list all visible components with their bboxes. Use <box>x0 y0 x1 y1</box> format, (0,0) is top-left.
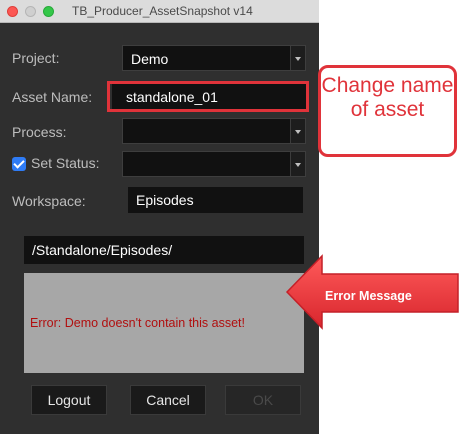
minimize-window-button[interactable] <box>25 6 36 17</box>
set-status-checkbox[interactable] <box>12 157 26 171</box>
project-select[interactable]: Demo <box>122 45 306 71</box>
ok-button[interactable]: OK <box>225 385 301 415</box>
process-select[interactable] <box>122 118 306 144</box>
project-select-value: Demo <box>131 51 169 67</box>
project-label: Project: <box>12 50 60 66</box>
set-status-select[interactable] <box>122 151 306 177</box>
workspace-label: Workspace: <box>12 193 86 209</box>
error-message-label: Error Message <box>325 289 412 303</box>
change-name-callout: Change name of asset <box>318 65 457 157</box>
close-window-button[interactable] <box>7 6 18 17</box>
asset-snapshot-window: TB_Producer_AssetSnapshot v14 Project: D… <box>0 0 319 434</box>
error-panel: Error: Demo doesn't contain this asset! <box>24 273 304 373</box>
workspace-field[interactable]: Episodes <box>128 187 303 213</box>
set-status-label: Set Status: <box>31 155 100 171</box>
maximize-window-button[interactable] <box>43 6 54 17</box>
window-title: TB_Producer_AssetSnapshot v14 <box>72 4 253 18</box>
path-field: /Standalone/Episodes/ <box>24 236 304 264</box>
process-label: Process: <box>12 124 67 140</box>
cancel-button[interactable]: Cancel <box>130 385 206 415</box>
chevron-down-icon[interactable] <box>290 119 305 143</box>
title-bar: TB_Producer_AssetSnapshot v14 <box>0 0 319 23</box>
asset-name-highlight <box>107 81 309 112</box>
chevron-down-icon[interactable] <box>290 152 305 176</box>
error-message: Error: Demo doesn't contain this asset! <box>30 316 245 330</box>
chevron-down-icon[interactable] <box>290 46 305 70</box>
asset-name-label: Asset Name: <box>12 89 93 105</box>
logout-button[interactable]: Logout <box>31 385 107 415</box>
